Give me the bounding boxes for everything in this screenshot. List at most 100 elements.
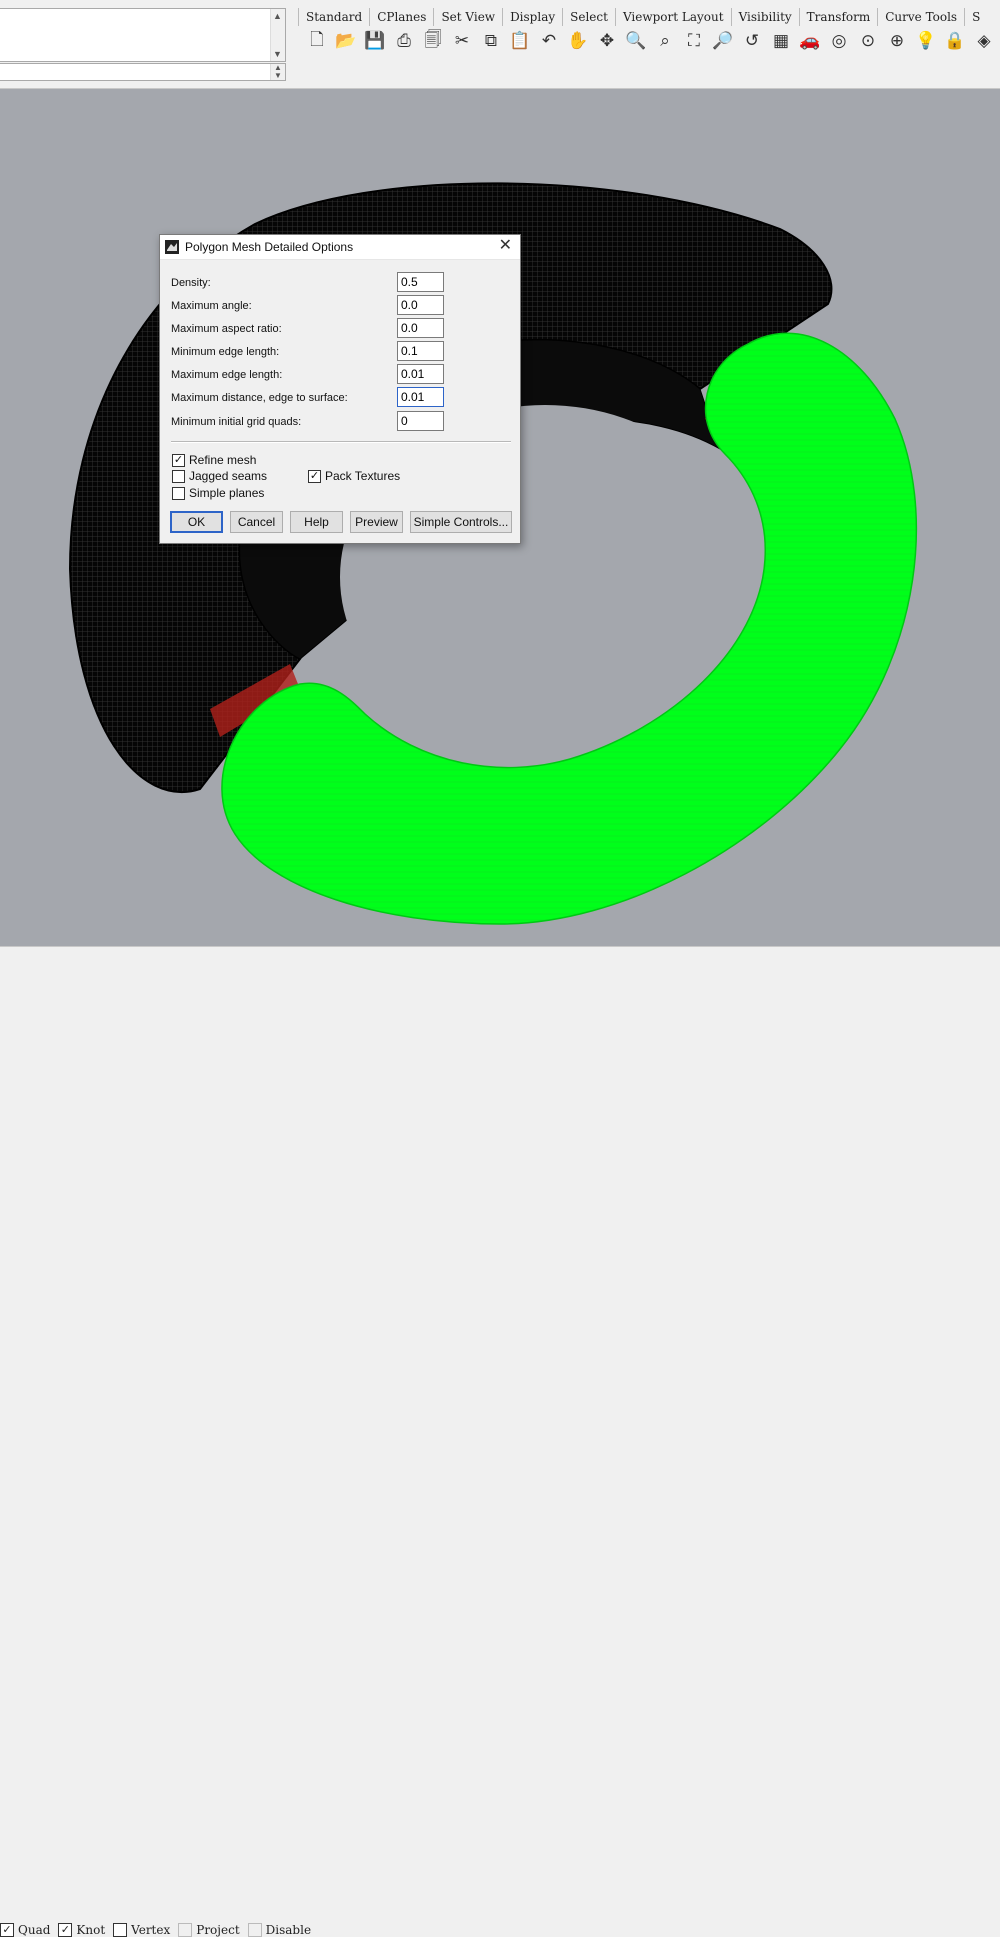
lock-icon[interactable]: 🔒 [942, 28, 968, 54]
rhino-icon [165, 240, 179, 254]
jagged-seams-label: Jagged seams [189, 469, 268, 483]
car-icon[interactable]: 🚗 [797, 28, 823, 54]
paste-icon[interactable]: 📋 [507, 28, 533, 54]
zoom-selected-icon[interactable]: 🔎 [710, 28, 736, 54]
pan-icon[interactable]: ✋ [565, 28, 591, 54]
pack-textures-label: Pack Textures [325, 469, 401, 483]
osnap-disable-checkbox[interactable] [247, 1923, 262, 1937]
osnap-project-label: Project [196, 1923, 240, 1937]
close-icon[interactable]: ✕ [499, 237, 512, 255]
dialog-title: Polygon Mesh Detailed Options [185, 240, 354, 254]
osnap-quad-label: Quad [18, 1923, 51, 1937]
zoom-icon[interactable]: 🔍 [623, 28, 649, 54]
undo-icon[interactable]: ↶ [536, 28, 562, 54]
simple-controls-button[interactable]: Simple Controls... [410, 511, 512, 533]
simple-planes-label: Simple planes [189, 486, 265, 500]
command-history[interactable]: ▲ ▼ [0, 8, 286, 62]
max-edge-length-label: Maximum edge length: [171, 369, 283, 381]
osnap-knot-checkbox[interactable]: ✓ [58, 1923, 73, 1937]
refine-mesh-box[interactable]: ✓ [172, 453, 185, 467]
max-edge-length-row: Maximum edge length: [171, 364, 511, 386]
tab-set-view[interactable]: Set View [433, 8, 502, 26]
tab-viewport-layout[interactable]: Viewport Layout [614, 8, 731, 26]
min-edge-length-row: Minimum edge length: [171, 341, 511, 363]
four-viewports-icon[interactable]: ▦ [768, 28, 794, 54]
max-distance-input[interactable] [397, 387, 444, 407]
osnap-vertex[interactable]: Vertex [113, 1923, 170, 1937]
tab-display[interactable]: Display [502, 8, 562, 26]
tab-standard[interactable]: Standard [298, 8, 369, 26]
ok-button[interactable]: OK [170, 511, 223, 533]
tab-select[interactable]: Select [562, 8, 615, 26]
osnap-quad[interactable]: ✓ Quad [0, 1923, 50, 1937]
zoom-extents-icon[interactable]: ⛶ [681, 28, 707, 54]
max-edge-length-input[interactable] [397, 364, 444, 384]
osnap-project-checkbox[interactable] [178, 1923, 193, 1937]
undo-view-icon[interactable]: ↺ [739, 28, 765, 54]
osnap-bar: ✓ Quad ✓ Knot Vertex Project Disable [0, 1923, 319, 1937]
simple-planes-checkbox[interactable]: Simple planes [172, 486, 264, 500]
refine-mesh-label: Refine mesh [189, 453, 257, 467]
max-aspect-ratio-input[interactable] [397, 318, 444, 338]
min-grid-quads-input[interactable] [397, 411, 444, 431]
min-grid-quads-label: Minimum initial grid quads: [171, 416, 302, 428]
osnap-vertex-label: Vertex [131, 1923, 171, 1937]
min-grid-quads-row: Minimum initial grid quads: [171, 411, 511, 433]
print-icon[interactable]: ⎙ [391, 28, 417, 54]
density-row: Density: [171, 272, 511, 294]
max-aspect-ratio-row: Maximum aspect ratio: [171, 318, 511, 340]
light-icon[interactable]: 💡 [913, 28, 939, 54]
rotate-view-icon[interactable]: ✥ [594, 28, 620, 54]
max-angle-input[interactable] [397, 295, 444, 315]
import-icon[interactable]: 🗐 [420, 28, 446, 54]
osnap-disable[interactable]: Disable [247, 1923, 312, 1937]
max-angle-row: Maximum angle: [171, 295, 511, 317]
jagged-seams-box[interactable] [172, 469, 185, 483]
help-button[interactable]: Help [290, 511, 343, 533]
pack-textures-checkbox[interactable]: ✓ Pack Textures [308, 469, 400, 483]
cancel-button[interactable]: Cancel [230, 511, 283, 533]
osnap-project[interactable]: Project [178, 1923, 240, 1937]
zoom-window-icon[interactable]: ⌕ [652, 28, 678, 54]
status-bar: ✓ Quad ✓ Knot Vertex Project Disable [0, 946, 1000, 1937]
command-prompt-input[interactable]: ▲ ▼ [0, 63, 286, 81]
save-icon[interactable]: 💾 [362, 28, 388, 54]
standard-toolbar: 🗋📂💾⎙🗐✂⧉📋↶✋✥🔍⌕⛶🔎↺▦🚗◎⊙⊕💡🔒◈◉ [304, 28, 1000, 54]
osnap-disable-label: Disable [265, 1923, 312, 1937]
cplane-icon[interactable]: ⊙ [855, 28, 881, 54]
new-icon[interactable]: 🗋 [304, 28, 330, 54]
tab-cplanes[interactable]: CPlanes [369, 8, 433, 26]
simple-planes-box[interactable] [172, 486, 185, 500]
max-aspect-ratio-label: Maximum aspect ratio: [171, 323, 282, 335]
preview-button[interactable]: Preview [350, 511, 403, 533]
toolbar-tabs: Standard CPlanes Set View Display Select… [298, 8, 987, 26]
osnap-icon[interactable]: ◎ [826, 28, 852, 54]
mesh-options-dialog: Polygon Mesh Detailed Options ✕ Density:… [159, 234, 521, 544]
open-icon[interactable]: 📂 [333, 28, 359, 54]
density-label: Density: [171, 277, 211, 289]
tab-curve-tools[interactable]: Curve Tools [877, 8, 964, 26]
min-edge-length-label: Minimum edge length: [171, 346, 280, 358]
osnap-knot[interactable]: ✓ Knot [58, 1923, 105, 1937]
pack-textures-box[interactable]: ✓ [308, 469, 321, 483]
tab-visibility[interactable]: Visibility [730, 8, 799, 26]
min-edge-length-input[interactable] [397, 341, 444, 361]
osnap-knot-label: Knot [76, 1923, 106, 1937]
command-prompt-spinner[interactable]: ▲ ▼ [270, 64, 285, 80]
cut-icon[interactable]: ✂ [449, 28, 475, 54]
copy-icon[interactable]: ⧉ [478, 28, 504, 54]
osnap-quad-checkbox[interactable]: ✓ [0, 1923, 14, 1937]
tab-overflow[interactable]: S [964, 8, 987, 26]
command-history-scrollbar[interactable]: ▲ ▼ [270, 9, 285, 61]
jagged-seams-checkbox[interactable]: Jagged seams [172, 469, 267, 483]
dialog-titlebar: Polygon Mesh Detailed Options ✕ [160, 235, 520, 260]
material-icon[interactable]: ◈ [971, 28, 997, 54]
max-distance-row: Maximum distance, edge to surface: [171, 387, 511, 409]
max-distance-label: Maximum distance, edge to surface: [171, 392, 348, 404]
tab-transform[interactable]: Transform [798, 8, 878, 26]
top-toolbar-area: ▲ ▼ ▲ ▼ Standard CPlanes Set View Display … [0, 0, 1000, 89]
gumball-icon[interactable]: ⊕ [884, 28, 910, 54]
density-input[interactable] [397, 272, 444, 292]
osnap-vertex-checkbox[interactable] [113, 1923, 128, 1937]
refine-mesh-checkbox[interactable]: ✓ Refine mesh [172, 453, 256, 467]
